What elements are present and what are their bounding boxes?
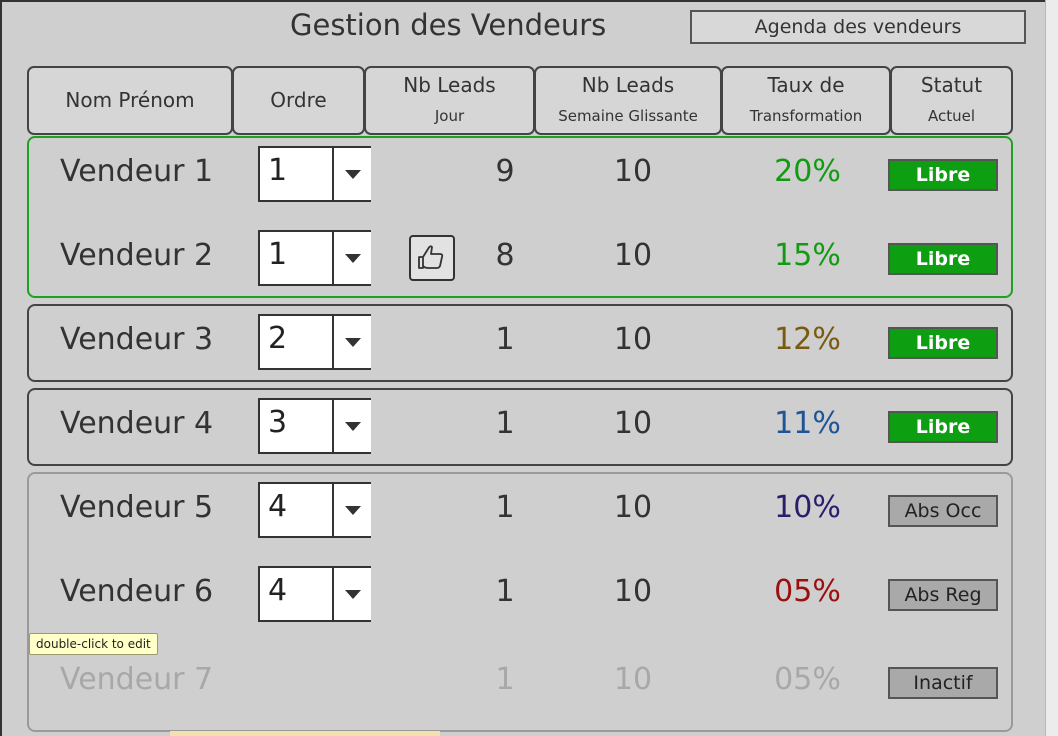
header-sublabel: Transformation — [749, 107, 863, 125]
page-title: Gestion des Vendeurs — [290, 8, 607, 42]
ordre-value: 3 — [268, 405, 288, 440]
leads-semaine: 10 — [613, 322, 653, 357]
chevron-down-icon[interactable] — [332, 316, 371, 368]
right-edge — [1045, 0, 1058, 736]
header-nom-label: Nom Prénom — [65, 88, 195, 112]
taux-transformation: 12% — [774, 322, 841, 357]
ordre-value: 1 — [268, 237, 288, 272]
ordre-value: 1 — [268, 153, 288, 188]
ordre-value: 4 — [268, 573, 288, 608]
leads-semaine: 10 — [613, 406, 653, 441]
leads-jour: 1 — [495, 574, 515, 609]
taux-transformation: 20% — [774, 154, 841, 189]
leads-semaine: 10 — [613, 574, 653, 609]
status-badge[interactable]: Abs Occ — [888, 495, 998, 527]
vendeur-name: Vendeur 4 — [60, 406, 214, 441]
status-badge[interactable]: Inactif — [888, 667, 998, 699]
chevron-down-icon[interactable] — [332, 232, 371, 284]
status-badge[interactable]: Abs Reg — [888, 579, 998, 611]
vendeur-name: Vendeur 6 — [60, 574, 214, 609]
ordre-select[interactable]: 4 — [258, 482, 371, 538]
leads-jour: 1 — [495, 662, 515, 697]
vendeur-name: Vendeur 1 — [60, 154, 214, 189]
header-sublabel: Jour — [434, 107, 465, 125]
vendeur-name: Vendeur 2 — [60, 238, 214, 273]
header-nb-leads-semaine[interactable]: Nb Leads Semaine Glissante — [534, 66, 722, 135]
taux-transformation: 05% — [774, 574, 841, 609]
header-sublabel: Semaine Glissante — [558, 107, 698, 125]
header-statut[interactable]: Statut Actuel — [890, 66, 1013, 135]
leads-semaine: 10 — [613, 238, 653, 273]
ordre-select[interactable]: 3 — [258, 398, 371, 454]
ordre-value: 4 — [268, 489, 288, 524]
header-sublabel: Actuel — [927, 107, 976, 125]
leads-semaine: 10 — [613, 662, 653, 697]
header-nb-leads-jour[interactable]: Nb Leads Jour — [364, 66, 535, 135]
chevron-down-icon[interactable] — [332, 400, 371, 452]
header-label: Nb Leads — [403, 73, 496, 97]
header-label: Statut — [920, 73, 983, 97]
status-badge[interactable]: Libre — [888, 411, 998, 443]
ordre-value: 2 — [268, 321, 288, 356]
taux-transformation: 05% — [774, 662, 841, 697]
leads-jour: 9 — [495, 154, 515, 189]
leads-jour: 8 — [495, 238, 515, 273]
edit-tooltip: double-click to edit — [29, 633, 158, 655]
ordre-select[interactable]: 2 — [258, 314, 371, 370]
status-badge[interactable]: Libre — [888, 327, 998, 359]
vendeur-name: Vendeur 5 — [60, 490, 214, 525]
leads-semaine: 10 — [613, 490, 653, 525]
header-nom[interactable]: Nom Prénom — [27, 66, 233, 135]
header-taux[interactable]: Taux de Transformation — [721, 66, 891, 135]
leads-jour: 1 — [495, 490, 515, 525]
status-badge[interactable]: Libre — [888, 159, 998, 191]
thumb-up-icon[interactable] — [409, 235, 455, 281]
vendeur-name: Vendeur 3 — [60, 322, 214, 357]
agenda-button[interactable]: Agenda des vendeurs — [690, 10, 1026, 44]
leads-semaine: 10 — [613, 154, 653, 189]
header-label: Nb Leads — [581, 73, 675, 97]
chevron-down-icon[interactable] — [332, 568, 371, 620]
header-ordre-label: Ordre — [270, 88, 327, 112]
header-ordre[interactable]: Ordre — [232, 66, 365, 135]
chevron-down-icon[interactable] — [332, 484, 371, 536]
ordre-select[interactable]: 1 — [258, 146, 371, 202]
status-badge[interactable]: Libre — [888, 243, 998, 275]
taux-transformation: 11% — [774, 406, 841, 441]
leads-jour: 1 — [495, 322, 515, 357]
bottom-highlight — [170, 731, 440, 736]
chevron-down-icon[interactable] — [332, 148, 371, 200]
leads-jour: 1 — [495, 406, 515, 441]
ordre-select[interactable]: 4 — [258, 566, 371, 622]
taux-transformation: 15% — [774, 238, 841, 273]
header-label: Taux de — [767, 73, 845, 97]
taux-transformation: 10% — [774, 490, 841, 525]
ordre-select[interactable]: 1 — [258, 230, 371, 286]
vendeur-name: Vendeur 7 — [60, 662, 214, 697]
